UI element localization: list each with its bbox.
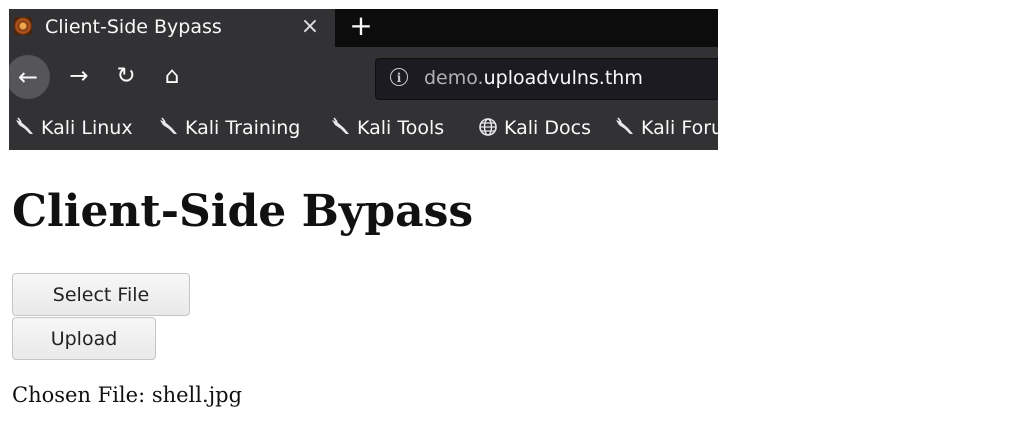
kali-dragon-icon <box>160 117 177 134</box>
url-text: demo.uploadvulns.thm <box>424 67 643 89</box>
bookmark-kali-training[interactable]: Kali Training <box>159 115 300 141</box>
bookmark-kali-forums[interactable]: Kali Forums <box>615 115 718 141</box>
home-icon[interactable]: ⌂ <box>158 61 186 91</box>
bookmark-label: Kali Training <box>185 117 301 139</box>
bookmark-label: Kali Tools <box>357 117 445 139</box>
kali-dragon-icon <box>616 117 633 134</box>
forward-arrow-icon[interactable]: → <box>65 61 93 91</box>
upload-button[interactable]: Upload <box>12 317 156 360</box>
page-title: Client-Side Bypass <box>12 186 474 237</box>
kali-favicon-icon <box>14 17 32 35</box>
bookmark-label: Kali Docs <box>504 117 591 139</box>
url-host: uploadvulns.thm <box>483 67 643 89</box>
url-subdomain: demo. <box>424 67 484 89</box>
bookmark-label: Kali Linux <box>41 117 133 139</box>
url-bar[interactable]: i demo.uploadvulns.thm <box>375 58 718 100</box>
close-tab-icon[interactable]: × <box>296 12 324 42</box>
browser-chrome: Client-Side Bypass × + ← → ↻ ⌂ i demo.up… <box>9 9 718 150</box>
navigation-toolbar: ← → ↻ ⌂ i demo.uploadvulns.thm <box>9 47 718 107</box>
bookmark-kali-docs[interactable]: Kali Docs <box>478 115 591 141</box>
tab-bar: Client-Side Bypass × + <box>9 9 718 47</box>
kali-dragon-icon <box>332 117 349 134</box>
bookmark-kali-tools[interactable]: Kali Tools <box>331 115 444 141</box>
kali-dragon-icon <box>16 117 33 134</box>
site-info-icon[interactable]: i <box>390 68 408 86</box>
select-file-button[interactable]: Select File <box>12 273 190 316</box>
bookmark-kali-linux[interactable]: Kali Linux <box>15 115 133 141</box>
bookmark-label: Kali Forums <box>641 117 718 139</box>
tab-title: Client-Side Bypass <box>45 16 222 38</box>
chosen-file-text: Chosen File: shell.jpg <box>12 383 243 407</box>
tab-client-side-bypass[interactable]: Client-Side Bypass × <box>9 9 335 47</box>
globe-icon <box>479 118 497 136</box>
reload-icon[interactable]: ↻ <box>112 61 140 91</box>
bookmarks-toolbar: Kali Linux Kali Training Kali Tools Kali… <box>9 107 718 150</box>
new-tab-icon[interactable]: + <box>347 10 375 42</box>
back-arrow-icon[interactable]: ← <box>9 55 50 99</box>
